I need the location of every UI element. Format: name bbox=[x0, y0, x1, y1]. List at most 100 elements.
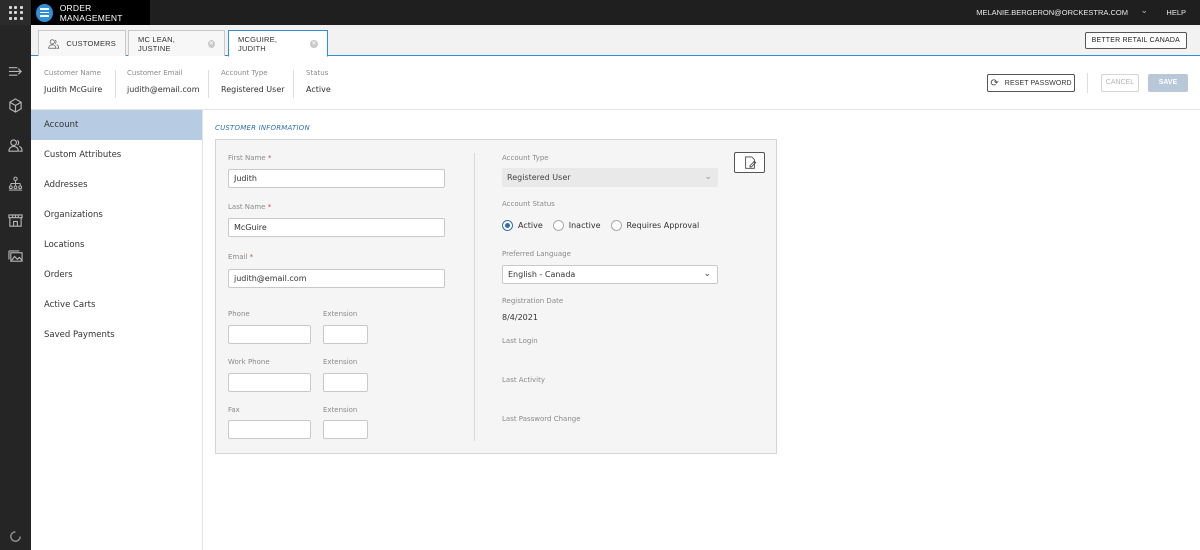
status-field: Status Active bbox=[306, 69, 331, 94]
column-divider bbox=[474, 153, 475, 441]
radio-inactive[interactable] bbox=[552, 220, 564, 231]
divider bbox=[293, 70, 294, 98]
work-phone-extension-input[interactable] bbox=[323, 373, 368, 392]
customer-email-field: Customer Email judith@email.com bbox=[127, 69, 200, 94]
preferred-language-value: English - Canada bbox=[508, 270, 576, 279]
account-type-value: Registered User bbox=[221, 85, 285, 94]
account-type-select: Registered User ⌄ bbox=[502, 168, 718, 187]
nav-item-orders[interactable]: Orders bbox=[31, 260, 202, 290]
first-name-input[interactable]: Judith bbox=[228, 169, 445, 188]
status-label: Status bbox=[306, 69, 329, 77]
cancel-button[interactable]: CANCEL bbox=[1101, 74, 1139, 92]
work-phone-input[interactable] bbox=[228, 373, 311, 392]
edit-button[interactable] bbox=[734, 152, 765, 173]
phone-extension-input[interactable] bbox=[323, 325, 368, 344]
nav-item-account[interactable]: Account bbox=[31, 110, 202, 140]
chevron-down-icon: ⌄ bbox=[703, 269, 711, 279]
customer-email-label: Customer Email bbox=[127, 69, 183, 77]
store-icon[interactable] bbox=[7, 212, 24, 229]
customer-name-label: Customer Name bbox=[44, 69, 101, 77]
app-name: ORDER MANAGEMENT bbox=[59, 2, 123, 23]
last-password-change-label: Last Password Change bbox=[502, 415, 581, 423]
required-mark: * bbox=[267, 154, 272, 162]
tab-label: CUSTOMERS bbox=[66, 39, 116, 48]
first-name-label: First Name * bbox=[228, 154, 271, 162]
radio-inactive-label[interactable]: Inactive bbox=[569, 221, 601, 230]
account-status-label: Account Status bbox=[502, 200, 555, 208]
org-chart-icon[interactable] bbox=[7, 175, 24, 192]
nav-item-custom-attributes[interactable]: Custom Attributes bbox=[31, 140, 202, 170]
radio-active[interactable] bbox=[502, 220, 513, 231]
top-bar: ORDER MANAGEMENT MELANIE.BERGERON@ORCKES… bbox=[0, 0, 1200, 25]
section-title: CUSTOMER INFORMATION bbox=[215, 124, 310, 132]
account-type-value: Registered User bbox=[507, 173, 571, 182]
first-name-label-text: First Name bbox=[228, 154, 266, 162]
work-phone-label: Work Phone bbox=[228, 358, 270, 366]
status-value: Active bbox=[306, 85, 331, 94]
close-icon[interactable]: ✕ bbox=[207, 39, 215, 48]
spinner-icon bbox=[7, 528, 24, 545]
account-type-field: Account Type Registered User bbox=[221, 69, 285, 94]
app-launcher-button[interactable] bbox=[0, 0, 31, 25]
account-type-label: Account Type bbox=[221, 69, 268, 77]
tab-label: MC LEAN, JUSTINE bbox=[138, 34, 176, 53]
registration-date-label: Registration Date bbox=[502, 297, 564, 305]
fax-input[interactable] bbox=[228, 420, 311, 439]
reset-password-label: RESET PASSWORD bbox=[1004, 79, 1072, 87]
customers-icon bbox=[48, 38, 60, 49]
menu-logo-icon bbox=[36, 3, 53, 22]
user-menu[interactable]: MELANIE.BERGERON@ORCKESTRA.COM bbox=[976, 8, 1128, 17]
radio-requires-approval-label[interactable]: Requires Approval bbox=[627, 221, 700, 230]
divider bbox=[115, 70, 116, 98]
tab-customers[interactable]: CUSTOMERS bbox=[38, 30, 126, 56]
tab-mcguire-judith[interactable]: MCGUIRE, JUDITH ✕ bbox=[228, 30, 328, 57]
registration-date-value: 8/4/2021 bbox=[502, 313, 538, 322]
app-title[interactable]: ORDER MANAGEMENT bbox=[31, 0, 150, 25]
fax-label: Fax bbox=[228, 406, 240, 414]
images-icon[interactable] bbox=[7, 248, 24, 265]
nav-item-addresses[interactable]: Addresses bbox=[31, 170, 202, 200]
scope-button[interactable]: BETTER RETAIL CANADA bbox=[1084, 32, 1187, 49]
customer-information-panel: First Name * Judith Last Name * McGuire … bbox=[215, 139, 777, 454]
edit-icon bbox=[744, 155, 756, 169]
refresh-icon: ⟳ bbox=[990, 77, 999, 89]
tab-mc-lean-justine[interactable]: MC LEAN, JUSTINE ✕ bbox=[128, 30, 225, 56]
work-phone-extension-label: Extension bbox=[323, 358, 358, 366]
phone-extension-label: Extension bbox=[323, 310, 358, 318]
swap-arrows-icon[interactable] bbox=[7, 62, 24, 79]
chevron-down-icon[interactable]: ⌄ bbox=[1140, 6, 1148, 16]
chevron-down-icon: ⌄ bbox=[704, 172, 712, 182]
close-icon[interactable]: ✕ bbox=[310, 39, 318, 48]
last-activity-label: Last Activity bbox=[502, 376, 545, 384]
nav-item-saved-payments[interactable]: Saved Payments bbox=[31, 320, 202, 350]
divider bbox=[208, 70, 209, 98]
radio-active-label[interactable]: Active bbox=[518, 221, 543, 230]
reset-password-button[interactable]: ⟳ RESET PASSWORD bbox=[987, 74, 1075, 92]
tab-label: MCGUIRE, JUDITH bbox=[238, 34, 278, 53]
nav-item-locations[interactable]: Locations bbox=[31, 230, 202, 260]
email-label: Email * bbox=[228, 253, 253, 261]
divider bbox=[1087, 73, 1088, 93]
required-mark: * bbox=[267, 203, 272, 211]
help-link[interactable]: HELP bbox=[1166, 8, 1186, 17]
last-login-label: Last Login bbox=[502, 337, 538, 345]
preferred-language-select[interactable]: English - Canada ⌄ bbox=[502, 265, 718, 284]
account-type-label: Account Type bbox=[502, 154, 549, 162]
cube-icon[interactable] bbox=[7, 97, 24, 114]
last-name-input[interactable]: McGuire bbox=[228, 218, 445, 237]
tab-strip: CUSTOMERS MC LEAN, JUSTINE ✕ MCGUIRE, JU… bbox=[31, 25, 1200, 57]
left-rail bbox=[0, 25, 31, 550]
email-label-text: Email bbox=[228, 253, 248, 261]
save-button[interactable]: SAVE bbox=[1148, 74, 1188, 92]
phone-input[interactable] bbox=[228, 325, 311, 344]
nav-item-organizations[interactable]: Organizations bbox=[31, 200, 202, 230]
preferred-language-label: Preferred Language bbox=[502, 250, 571, 258]
email-input[interactable]: judith@email.com bbox=[228, 269, 445, 288]
radio-requires-approval[interactable] bbox=[610, 220, 622, 231]
customer-email-value: judith@email.com bbox=[127, 85, 200, 94]
customers-icon[interactable] bbox=[7, 137, 24, 154]
fax-extension-label: Extension bbox=[323, 406, 358, 414]
nav-item-active-carts[interactable]: Active Carts bbox=[31, 290, 202, 320]
account-status-radio-group: Active Inactive Requires Approval bbox=[502, 220, 709, 231]
fax-extension-input[interactable] bbox=[323, 420, 368, 439]
